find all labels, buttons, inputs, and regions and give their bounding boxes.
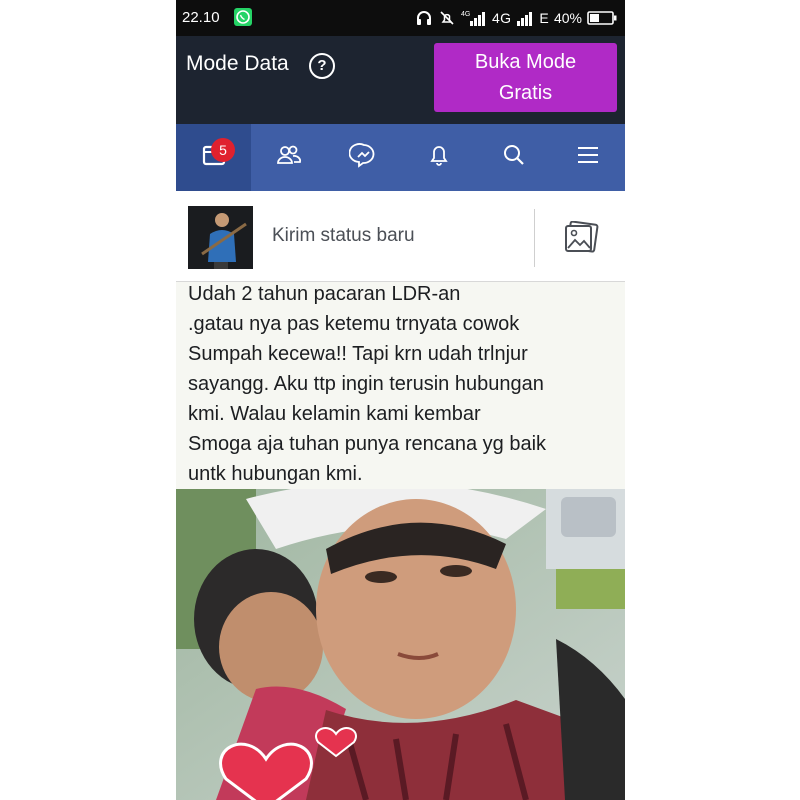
divider [534, 209, 535, 267]
network-type-2: E [539, 10, 549, 26]
status-input[interactable]: Kirim status baru [272, 225, 415, 247]
nav-menu[interactable] [551, 124, 625, 191]
status-composer[interactable]: Kirim status baru [176, 191, 625, 282]
nav-messenger[interactable] [326, 124, 401, 191]
signal-2-icon [516, 9, 534, 27]
battery-icon [587, 10, 617, 26]
signal-icon: 4G [461, 9, 487, 27]
free-mode-button[interactable]: Buka Mode Gratis [434, 43, 617, 112]
whatsapp-icon [234, 8, 252, 26]
battery-percent: 40% [553, 10, 582, 26]
help-icon[interactable]: ? [309, 53, 335, 79]
post-text: Udah 2 tahun pacaran LDR-an .gatau nya p… [188, 283, 547, 485]
notifications-icon [424, 140, 454, 175]
nav-friends[interactable] [251, 124, 326, 191]
data-mode-bar: Mode Data ? Buka Mode Gratis [176, 36, 625, 124]
status-icons: 4G 4G E 40% [415, 8, 617, 28]
phone-screen: 22.10 4G 4G E 40% Mode Data ? Buka Mode … [176, 0, 625, 800]
free-mode-button-line-2: Gratis [498, 81, 553, 104]
network-type: 4G [492, 10, 512, 26]
svg-text:4G: 4G [461, 11, 470, 18]
menu-icon [573, 140, 603, 175]
nav-feed[interactable]: 5 [176, 124, 251, 191]
free-mode-button-line-1: Buka Mode [474, 50, 577, 73]
clock: 22.10 [182, 9, 220, 26]
search-icon [499, 140, 529, 175]
data-mode-label: Mode Data [186, 52, 289, 75]
headphones-icon [415, 9, 433, 27]
messenger-icon [348, 140, 379, 175]
nav-bar: 5 [176, 124, 625, 191]
nav-notifications[interactable] [401, 124, 476, 191]
avatar[interactable] [188, 206, 253, 269]
nav-search[interactable] [476, 124, 551, 191]
mute-icon [438, 9, 456, 27]
notification-badge: 5 [211, 138, 235, 162]
post-photo[interactable] [176, 489, 625, 800]
photo-icon[interactable] [563, 220, 599, 260]
status-bar: 22.10 4G 4G E 40% [176, 0, 625, 36]
friends-icon [274, 140, 304, 175]
